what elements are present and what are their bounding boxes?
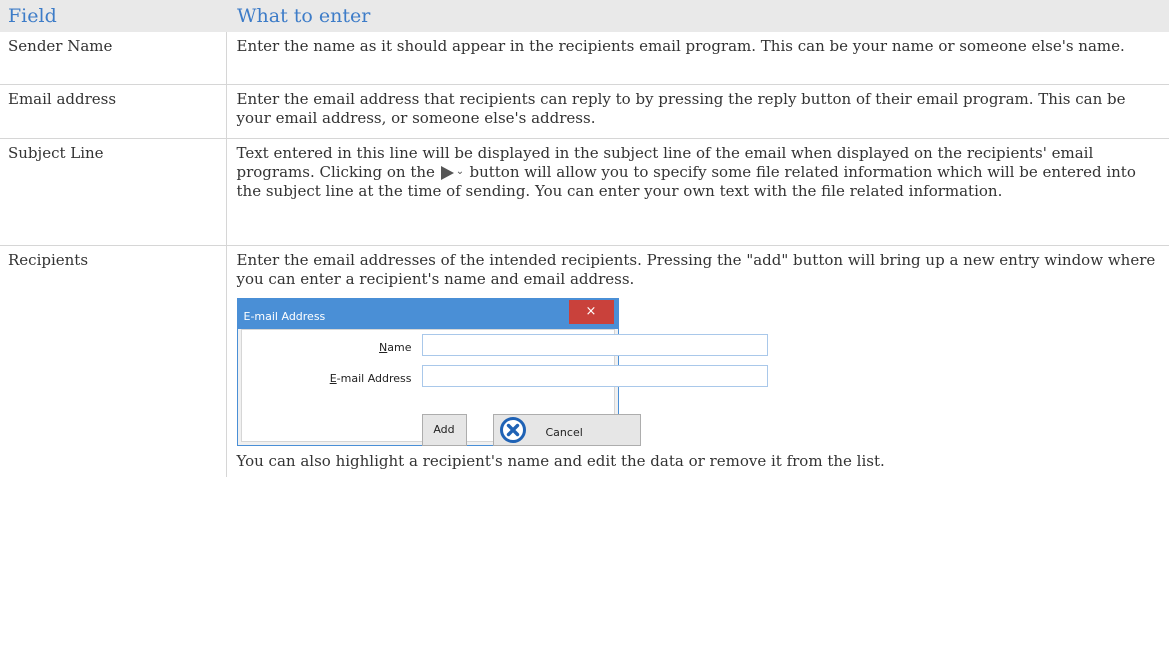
field-name-cell: Recipients bbox=[0, 244, 226, 477]
email-field[interactable] bbox=[421, 364, 768, 387]
table-header: Field What to enter bbox=[0, 0, 1169, 32]
email-label: E-mail Address bbox=[242, 369, 412, 388]
field-help-table: Field What to enter Sender Name Enter th… bbox=[0, 0, 1169, 477]
table-row-subject-line: Subject Line Text entered in this line w… bbox=[0, 137, 1169, 246]
field-name-cell: Email address bbox=[0, 83, 226, 139]
description-cell: Enter the name as it should appear in th… bbox=[225, 32, 1169, 85]
name-label-text: ame bbox=[387, 340, 412, 354]
table-row-email-address: Email address Enter the email address th… bbox=[0, 83, 1169, 139]
field-name-cell: Subject Line bbox=[0, 137, 226, 246]
play-dropdown-icon: ⌄ bbox=[440, 165, 465, 180]
column-header-what-to-enter: What to enter bbox=[226, 0, 1169, 32]
description-text: Enter the email addresses of the intende… bbox=[236, 250, 1156, 288]
dialog-body: Name E-mail Address Add Cancel bbox=[240, 328, 768, 446]
description-text-after: You can also highlight a recipient's nam… bbox=[236, 451, 885, 470]
field-name-cell: Sender Name bbox=[0, 32, 226, 85]
table-row-sender-name: Sender Name Enter the name as it should … bbox=[0, 32, 1169, 85]
email-label-text: -mail Address bbox=[336, 371, 412, 385]
dialog-title-bar: E-mail Address × bbox=[237, 298, 618, 329]
email-address-dialog: E-mail Address × Name E-mail Address Add bbox=[236, 297, 768, 446]
close-button[interactable]: × bbox=[568, 299, 614, 324]
cancel-button[interactable]: Cancel bbox=[492, 413, 641, 446]
name-field[interactable] bbox=[421, 333, 768, 356]
column-header-field: Field bbox=[0, 0, 226, 32]
table-row-recipients: Recipients Enter the email addresses of … bbox=[0, 244, 1169, 477]
description-cell: Enter the email address that recipients … bbox=[225, 83, 1169, 139]
description-cell: Text entered in this line will be displa… bbox=[225, 137, 1169, 246]
email-label-accelerator: E bbox=[329, 371, 337, 385]
cancel-label: Cancel bbox=[545, 425, 583, 439]
cancel-icon bbox=[499, 416, 526, 443]
add-button[interactable]: Add bbox=[421, 413, 467, 446]
dialog-title: E-mail Address bbox=[243, 309, 326, 323]
description-cell: Enter the email addresses of the intende… bbox=[225, 244, 1169, 477]
name-label: Name bbox=[242, 338, 412, 357]
close-icon: × bbox=[585, 303, 597, 319]
